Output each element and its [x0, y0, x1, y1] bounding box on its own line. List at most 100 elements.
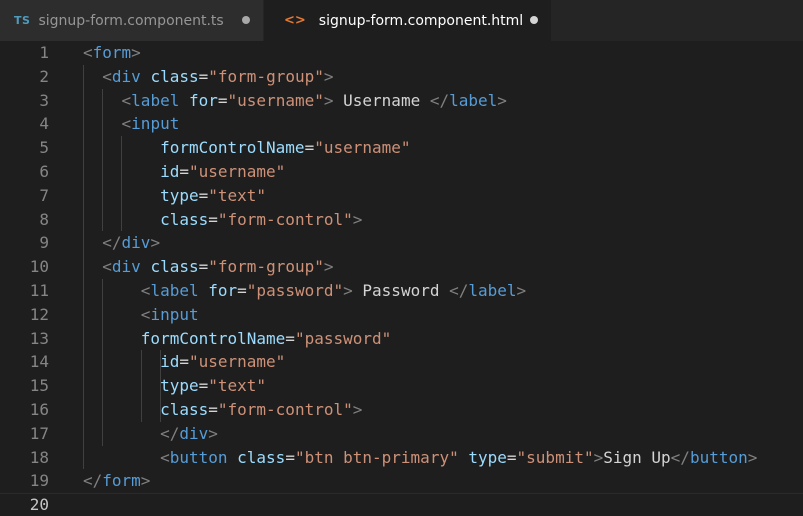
tag-bracket: >: [323, 90, 334, 110]
equals-sign: =: [506, 447, 517, 467]
equals-sign: =: [304, 138, 315, 158]
tag-name: div: [111, 257, 141, 277]
equals-sign: =: [198, 376, 209, 396]
line-number: 3: [39, 90, 49, 110]
equals-sign: =: [285, 447, 295, 467]
tab-label: signup-form.component.html: [318, 12, 524, 29]
tab-signup-form-component-html[interactable]: <> signup-form.component.html: [264, 0, 551, 41]
code-line[interactable]: 19 </form>: [0, 469, 803, 493]
code-line[interactable]: 6 id="username": [0, 160, 803, 184]
attribute-name: type: [160, 376, 199, 396]
code-editor-text-area[interactable]: 1 <form> 2 <div class="form-group"> 3 <labe…: [0, 41, 803, 516]
code-line[interactable]: 15 type="text": [0, 374, 803, 398]
code-text: <input: [83, 303, 199, 327]
code-text: type="text": [83, 374, 266, 398]
code-line[interactable]: 5 formControlName="username": [0, 136, 803, 160]
code-text: formControlName="username": [83, 136, 411, 160]
code-line[interactable]: 1 <form>: [0, 41, 803, 65]
attribute-name: for: [208, 281, 238, 300]
attribute-name: type: [468, 447, 507, 467]
html-file-icon: <>: [284, 13, 306, 28]
attribute-value: "form-control": [217, 209, 353, 229]
line-number: 10: [29, 257, 49, 277]
code-line[interactable]: 14 id="username": [0, 350, 803, 374]
attribute-value: "text": [208, 185, 267, 205]
code-text: class="form-control">: [83, 398, 362, 422]
attribute-value: "username": [314, 138, 411, 158]
tab-signup-form-component-ts[interactable]: TS signup-form.component.ts: [0, 0, 264, 41]
tag-name: form: [102, 471, 141, 491]
tab-label: signup-form.component.ts: [38, 12, 224, 29]
equals-sign: =: [198, 66, 209, 86]
code-line[interactable]: 11 <label for="password"> Password </lab…: [0, 279, 803, 303]
tag-bracket: </: [160, 423, 180, 443]
line-number: 5: [39, 138, 49, 158]
code-text: <input: [83, 112, 180, 136]
equals-sign: =: [198, 257, 209, 277]
unsaved-changes-dot-icon[interactable]: [530, 16, 538, 24]
attribute-value: "form-group": [208, 66, 324, 86]
tag-name: label: [150, 281, 199, 300]
equals-sign: =: [208, 400, 218, 419]
code-line[interactable]: 3 <label for="username"> Username </labe…: [0, 89, 803, 113]
line-number: 4: [39, 114, 49, 134]
tag-bracket: >: [343, 281, 353, 300]
line-number: 11: [29, 281, 49, 300]
code-text: id="username": [83, 350, 285, 374]
code-line[interactable]: 7 type="text": [0, 184, 803, 208]
attribute-value: "submit": [516, 447, 594, 467]
tag-bracket: >: [150, 233, 161, 253]
line-number: 13: [29, 328, 49, 348]
equals-sign: =: [198, 185, 209, 205]
tag-bracket: </: [83, 471, 103, 491]
code-line[interactable]: 18 <button class="btn btn-primary" type=…: [0, 446, 803, 470]
code-text: <label for="password"> Password </label>: [83, 279, 526, 303]
tag-name: form: [92, 43, 132, 62]
code-line[interactable]: 8 class="form-control">: [0, 208, 803, 232]
line-number: 14: [29, 352, 49, 372]
attribute-name: type: [160, 185, 199, 205]
equals-sign: =: [237, 281, 247, 300]
tag-bracket: <: [140, 304, 151, 324]
line-number: 7: [39, 185, 49, 205]
code-editor-window: TS signup-form.component.ts <> signup-fo…: [0, 0, 803, 516]
equals-sign: =: [217, 90, 228, 110]
code-line[interactable]: 9 </div>: [0, 231, 803, 255]
attribute-name: for: [188, 90, 218, 110]
code-line[interactable]: 4 <input: [0, 112, 803, 136]
tag-bracket: </: [102, 233, 122, 253]
code-line[interactable]: 10 <div class="form-group">: [0, 255, 803, 279]
tag-bracket: >: [208, 423, 218, 443]
unsaved-changes-dot-icon[interactable]: [242, 16, 250, 24]
attribute-value: "form-group": [208, 257, 324, 277]
code-line[interactable]: 13 formControlName="password": [0, 327, 803, 351]
equals-sign: =: [285, 328, 295, 348]
editor-tab-bar: TS signup-form.component.ts <> signup-fo…: [0, 0, 803, 41]
code-text: <label for="username"> Username </label>: [83, 89, 507, 113]
code-line[interactable]: 17 </div>: [0, 422, 803, 446]
code-line[interactable]: 16 class="form-control">: [0, 398, 803, 422]
code-line[interactable]: 12 <input: [0, 303, 803, 327]
text-content: Sign: [603, 447, 642, 467]
tag-bracket: >: [323, 257, 334, 277]
line-number: 12: [29, 304, 49, 324]
tag-bracket: </: [429, 90, 450, 110]
equals-sign: =: [208, 209, 218, 229]
code-line[interactable]: 20: [0, 493, 803, 516]
tag-bracket: <: [102, 66, 112, 86]
code-text: </div>: [83, 231, 160, 255]
tag-bracket: >: [516, 281, 527, 300]
equals-sign: =: [179, 352, 189, 372]
attribute-value: "text": [208, 376, 267, 396]
code-line[interactable]: 2 <div class="form-group">: [0, 65, 803, 89]
attribute-value: "form-control": [217, 400, 353, 419]
code-text: </form>: [83, 469, 150, 493]
line-number: 17: [29, 423, 49, 443]
code-text: <div class="form-group">: [83, 255, 334, 279]
attribute-value: "username": [188, 162, 286, 181]
code-text: </div>: [83, 422, 218, 446]
line-number: 2: [39, 66, 49, 86]
equals-sign: =: [179, 162, 189, 181]
tag-bracket: <: [121, 114, 132, 134]
tag-bracket: <: [140, 281, 151, 300]
